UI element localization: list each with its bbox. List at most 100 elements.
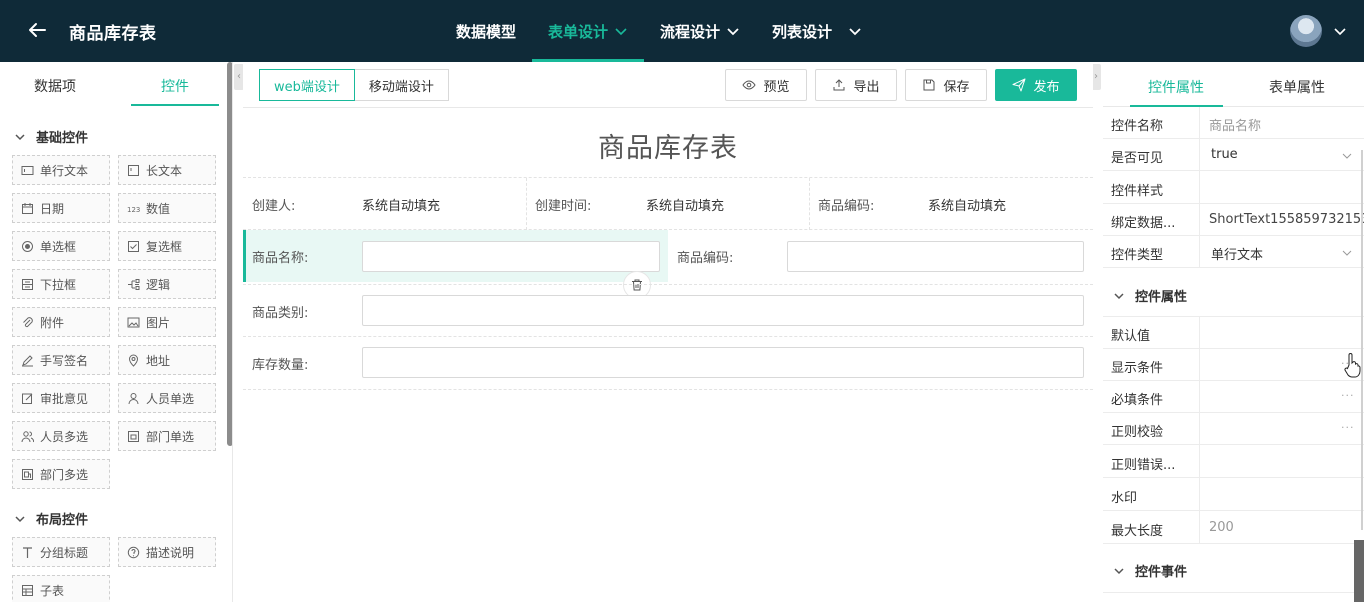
column-divider <box>526 178 527 230</box>
tab-controls[interactable]: 控件 <box>161 76 189 96</box>
control-user-multi[interactable]: 人员多选 <box>12 421 110 451</box>
field-label: 商品类别: <box>252 306 309 321</box>
back-arrow-icon[interactable] <box>26 19 48 41</box>
section-label: 控件属性 <box>1135 290 1188 305</box>
location-icon <box>127 354 140 367</box>
prop-row-required-condition: 必填条件 ··· <box>1103 381 1364 413</box>
control-label: 复选框 <box>146 239 183 254</box>
stock-quantity-input[interactable] <box>362 347 1084 378</box>
product-category-input[interactable] <box>362 295 1084 326</box>
form-canvas: web端设计 移动端设计 预览 导出 保存 发布 商品库存表 创建人: 系统自动… <box>243 62 1093 602</box>
web-design-tab[interactable]: web端设计 <box>259 69 355 101</box>
dropdown-icon <box>21 278 34 291</box>
nav-form-design[interactable]: 表单设计 <box>532 0 645 62</box>
binding-data-value[interactable]: ShortText1558597321534 <box>1209 212 1364 227</box>
prop-label: 正则错误... <box>1111 458 1176 473</box>
tab-data-items[interactable]: 数据项 <box>34 76 76 96</box>
control-checkbox[interactable]: 复选框 <box>118 231 216 261</box>
form-title: 商品库存表 <box>598 133 738 164</box>
departments-icon <box>21 468 34 481</box>
prop-label: 水印 <box>1111 491 1138 506</box>
hand-cursor-icon <box>1344 353 1361 378</box>
control-signature[interactable]: 手写签名 <box>12 345 110 375</box>
more-icon[interactable]: ··· <box>1341 389 1355 402</box>
right-scrollbar-track[interactable] <box>1361 150 1363 530</box>
control-single-line-text[interactable]: 单行文本 <box>12 155 110 185</box>
control-address[interactable]: 地址 <box>118 345 216 375</box>
control-long-text[interactable]: 长文本 <box>118 155 216 185</box>
control-dept-single[interactable]: 部门单选 <box>118 421 216 451</box>
product-name-input[interactable] <box>362 241 660 272</box>
control-name-input[interactable]: 商品名称 <box>1209 115 1261 134</box>
save-label: 保存 <box>943 79 970 95</box>
form-row: 库存数量: <box>243 337 1093 390</box>
control-approval[interactable]: 审批意见 <box>12 383 110 413</box>
field-label: 商品编码: <box>677 251 734 266</box>
right-scrollbar-thumb[interactable] <box>1354 540 1364 602</box>
control-image[interactable]: 图片 <box>118 307 216 337</box>
chevron-down-icon <box>1342 153 1352 159</box>
section-basic-controls[interactable]: 基础控件 <box>14 127 88 146</box>
logic-icon <box>127 278 140 291</box>
control-description[interactable]: 描述说明 <box>118 537 216 567</box>
column-divider <box>809 178 810 230</box>
svg-text:123: 123 <box>127 206 140 214</box>
control-label: 数值 <box>146 201 171 216</box>
control-group-title[interactable]: 分组标题 <box>12 537 110 567</box>
control-user-single[interactable]: 人员单选 <box>118 383 216 413</box>
chevron-down-icon <box>15 515 25 522</box>
control-label: 子表 <box>40 583 65 598</box>
nav-data-model[interactable]: 数据模型 <box>440 0 532 62</box>
visible-select[interactable]: true <box>1211 147 1238 162</box>
prop-divider <box>1199 511 1200 543</box>
prop-divider <box>1199 204 1200 235</box>
prop-row-regex-error: 正则错误... <box>1103 445 1364 478</box>
chevron-down-icon[interactable] <box>1333 24 1347 38</box>
section-layout-controls[interactable]: 布局控件 <box>14 509 88 528</box>
help-icon <box>127 546 140 559</box>
preview-button[interactable]: 预览 <box>725 69 807 101</box>
export-button[interactable]: 导出 <box>815 69 897 101</box>
control-dept-multi[interactable]: 部门多选 <box>12 459 110 489</box>
control-date[interactable]: 日期 <box>12 193 110 223</box>
app-title: 商品库存表 <box>69 24 157 44</box>
prop-row-watermark: 水印 <box>1103 478 1364 511</box>
section-control-attributes[interactable]: 控件属性 <box>1113 286 1187 305</box>
control-dropdown[interactable]: 下拉框 <box>12 269 110 299</box>
control-label: 部门单选 <box>146 429 195 444</box>
max-length-input[interactable]: 200 <box>1209 520 1234 535</box>
control-label: 人员单选 <box>146 391 195 406</box>
product-code-input[interactable] <box>787 241 1084 272</box>
section-control-events[interactable]: 控件事件 <box>1113 561 1187 580</box>
publish-label: 发布 <box>1033 79 1060 95</box>
tab-form-properties[interactable]: 表单属性 <box>1269 77 1325 97</box>
single-line-text-icon <box>21 164 34 177</box>
prop-divider <box>1199 236 1200 267</box>
avatar[interactable] <box>1290 15 1322 47</box>
form-row: 商品类别: <box>243 284 1093 337</box>
tab-control-properties[interactable]: 控件属性 <box>1148 77 1204 97</box>
prop-divider <box>1199 381 1200 412</box>
control-type-select[interactable]: 单行文本 <box>1211 244 1263 263</box>
left-scrollbar[interactable] <box>227 62 232 446</box>
nav-flow-design[interactable]: 流程设计 <box>644 0 756 62</box>
form-row: 商品名称: 商品编码: <box>243 230 1093 299</box>
control-attachment[interactable]: 附件 <box>12 307 110 337</box>
more-icon[interactable]: ··· <box>1341 421 1355 434</box>
control-label: 逻辑 <box>146 277 171 292</box>
prop-label: 最大长度 <box>1111 524 1164 539</box>
control-number[interactable]: 123 数值 <box>118 193 216 223</box>
control-subtable[interactable]: 子表 <box>12 575 110 602</box>
title-icon <box>21 546 34 559</box>
control-logic[interactable]: 逻辑 <box>118 269 216 299</box>
control-label: 日期 <box>40 201 65 216</box>
edit-icon <box>21 392 34 405</box>
nav-list-design[interactable]: 列表设计 <box>756 0 878 62</box>
save-button[interactable]: 保存 <box>905 69 987 101</box>
publish-button[interactable]: 发布 <box>995 69 1077 101</box>
prop-row-display-condition: 显示条件 ··· <box>1103 349 1364 381</box>
control-radio[interactable]: 单选框 <box>12 231 110 261</box>
mobile-design-tab[interactable]: 移动端设计 <box>354 69 449 101</box>
prop-divider <box>1199 171 1200 203</box>
users-icon <box>21 430 34 443</box>
